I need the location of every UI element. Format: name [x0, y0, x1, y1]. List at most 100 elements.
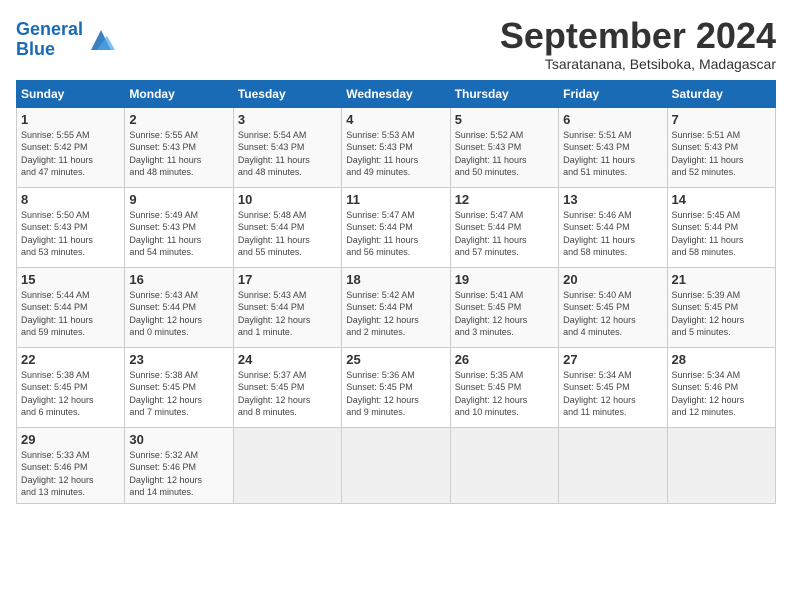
day-info: Sunrise: 5:34 AM Sunset: 5:45 PM Dayligh…: [563, 369, 662, 419]
calendar-cell: [450, 427, 558, 503]
day-info: Sunrise: 5:53 AM Sunset: 5:43 PM Dayligh…: [346, 129, 445, 179]
logo-general: General: [16, 19, 83, 39]
weekday-header-thursday: Thursday: [450, 80, 558, 107]
weekday-header-wednesday: Wednesday: [342, 80, 450, 107]
day-number: 18: [346, 272, 445, 287]
calendar-cell: 18 Sunrise: 5:42 AM Sunset: 5:44 PM Dayli…: [342, 267, 450, 347]
calendar-week-3: 15Sunrise: 5:44 AM Sunset: 5:44 PM Dayli…: [17, 267, 776, 347]
calendar-cell: 6 Sunrise: 5:51 AM Sunset: 5:43 PM Daylig…: [559, 107, 667, 187]
calendar-cell: 22 Sunrise: 5:38 AM Sunset: 5:45 PM Dayli…: [17, 347, 125, 427]
calendar-cell: 29Sunrise: 5:33 AM Sunset: 5:46 PM Dayli…: [17, 427, 125, 503]
day-number: 21: [672, 272, 771, 287]
day-number: 19: [455, 272, 554, 287]
weekday-header-tuesday: Tuesday: [233, 80, 341, 107]
calendar-cell: 28 Sunrise: 5:34 AM Sunset: 5:46 PM Dayli…: [667, 347, 775, 427]
calendar-cell: 7 Sunrise: 5:51 AM Sunset: 5:43 PM Daylig…: [667, 107, 775, 187]
calendar-cell: 4 Sunrise: 5:53 AM Sunset: 5:43 PM Daylig…: [342, 107, 450, 187]
calendar-cell: 2Sunrise: 5:55 AM Sunset: 5:43 PM Daylig…: [125, 107, 233, 187]
day-number: 26: [455, 352, 554, 367]
location-title: Tsaratanana, Betsiboka, Madagascar: [500, 56, 776, 72]
logo-blue: Blue: [16, 39, 55, 59]
day-info: Sunrise: 5:54 AM Sunset: 5:43 PM Dayligh…: [238, 129, 337, 179]
calendar-week-4: 22 Sunrise: 5:38 AM Sunset: 5:45 PM Dayli…: [17, 347, 776, 427]
day-number: 15: [21, 272, 120, 287]
day-info: Sunrise: 5:38 AM Sunset: 5:45 PM Dayligh…: [129, 369, 228, 419]
day-number: 24: [238, 352, 337, 367]
calendar-cell: 17Sunrise: 5:43 AM Sunset: 5:44 PM Dayli…: [233, 267, 341, 347]
day-number: 29: [21, 432, 120, 447]
day-info: Sunrise: 5:46 AM Sunset: 5:44 PM Dayligh…: [563, 209, 662, 259]
day-number: 30: [129, 432, 228, 447]
day-info: Sunrise: 5:43 AM Sunset: 5:44 PM Dayligh…: [238, 289, 337, 339]
day-number: 8: [21, 192, 120, 207]
day-number: 16: [129, 272, 228, 287]
calendar-cell: 9Sunrise: 5:49 AM Sunset: 5:43 PM Daylig…: [125, 187, 233, 267]
day-info: Sunrise: 5:51 AM Sunset: 5:43 PM Dayligh…: [672, 129, 771, 179]
day-number: 4: [346, 112, 445, 127]
day-number: 28: [672, 352, 771, 367]
day-info: Sunrise: 5:41 AM Sunset: 5:45 PM Dayligh…: [455, 289, 554, 339]
day-number: 10: [238, 192, 337, 207]
calendar-week-2: 8Sunrise: 5:50 AM Sunset: 5:43 PM Daylig…: [17, 187, 776, 267]
day-info: Sunrise: 5:55 AM Sunset: 5:43 PM Dayligh…: [129, 129, 228, 179]
day-info: Sunrise: 5:34 AM Sunset: 5:46 PM Dayligh…: [672, 369, 771, 419]
logo-icon: [87, 26, 115, 54]
day-number: 14: [672, 192, 771, 207]
calendar-cell: 21 Sunrise: 5:39 AM Sunset: 5:45 PM Dayli…: [667, 267, 775, 347]
calendar-cell: 20Sunrise: 5:40 AM Sunset: 5:45 PM Dayli…: [559, 267, 667, 347]
day-number: 22: [21, 352, 120, 367]
calendar-cell: 26Sunrise: 5:35 AM Sunset: 5:45 PM Dayli…: [450, 347, 558, 427]
calendar-week-1: 1 Sunrise: 5:55 AM Sunset: 5:42 PM Daylig…: [17, 107, 776, 187]
day-info: Sunrise: 5:32 AM Sunset: 5:46 PM Dayligh…: [129, 449, 228, 499]
day-info: Sunrise: 5:45 AM Sunset: 5:44 PM Dayligh…: [672, 209, 771, 259]
calendar-cell: [559, 427, 667, 503]
calendar-week-5: 29Sunrise: 5:33 AM Sunset: 5:46 PM Dayli…: [17, 427, 776, 503]
calendar-cell: 16Sunrise: 5:43 AM Sunset: 5:44 PM Dayli…: [125, 267, 233, 347]
calendar-cell: 12Sunrise: 5:47 AM Sunset: 5:44 PM Dayli…: [450, 187, 558, 267]
calendar-cell: 5 Sunrise: 5:52 AM Sunset: 5:43 PM Daylig…: [450, 107, 558, 187]
day-info: Sunrise: 5:48 AM Sunset: 5:44 PM Dayligh…: [238, 209, 337, 259]
day-number: 7: [672, 112, 771, 127]
day-info: Sunrise: 5:39 AM Sunset: 5:45 PM Dayligh…: [672, 289, 771, 339]
calendar-cell: [342, 427, 450, 503]
month-title: September 2024: [500, 16, 776, 56]
day-info: Sunrise: 5:40 AM Sunset: 5:45 PM Dayligh…: [563, 289, 662, 339]
calendar-cell: 25 Sunrise: 5:36 AM Sunset: 5:45 PM Dayli…: [342, 347, 450, 427]
calendar-cell: [667, 427, 775, 503]
calendar-cell: 10 Sunrise: 5:48 AM Sunset: 5:44 PM Dayli…: [233, 187, 341, 267]
calendar-cell: 8Sunrise: 5:50 AM Sunset: 5:43 PM Daylig…: [17, 187, 125, 267]
logo-text: General Blue: [16, 20, 83, 60]
calendar-cell: 1 Sunrise: 5:55 AM Sunset: 5:42 PM Daylig…: [17, 107, 125, 187]
calendar-cell: 27 Sunrise: 5:34 AM Sunset: 5:45 PM Dayli…: [559, 347, 667, 427]
calendar-cell: 11Sunrise: 5:47 AM Sunset: 5:44 PM Dayli…: [342, 187, 450, 267]
calendar-cell: 13 Sunrise: 5:46 AM Sunset: 5:44 PM Dayli…: [559, 187, 667, 267]
weekday-header-sunday: Sunday: [17, 80, 125, 107]
day-number: 5: [455, 112, 554, 127]
day-number: 13: [563, 192, 662, 207]
header: General Blue September 2024 Tsaratanana,…: [16, 16, 776, 72]
day-number: 1: [21, 112, 120, 127]
day-number: 3: [238, 112, 337, 127]
weekday-header-monday: Monday: [125, 80, 233, 107]
calendar-table: SundayMondayTuesdayWednesdayThursdayFrid…: [16, 80, 776, 504]
day-info: Sunrise: 5:38 AM Sunset: 5:45 PM Dayligh…: [21, 369, 120, 419]
calendar-cell: 23Sunrise: 5:38 AM Sunset: 5:45 PM Dayli…: [125, 347, 233, 427]
day-info: Sunrise: 5:49 AM Sunset: 5:43 PM Dayligh…: [129, 209, 228, 259]
day-info: Sunrise: 5:42 AM Sunset: 5:44 PM Dayligh…: [346, 289, 445, 339]
day-info: Sunrise: 5:47 AM Sunset: 5:44 PM Dayligh…: [346, 209, 445, 259]
day-info: Sunrise: 5:36 AM Sunset: 5:45 PM Dayligh…: [346, 369, 445, 419]
weekday-header-saturday: Saturday: [667, 80, 775, 107]
day-number: 25: [346, 352, 445, 367]
logo: General Blue: [16, 20, 115, 60]
calendar-cell: 24 Sunrise: 5:37 AM Sunset: 5:45 PM Dayli…: [233, 347, 341, 427]
day-info: Sunrise: 5:55 AM Sunset: 5:42 PM Dayligh…: [21, 129, 120, 179]
day-info: Sunrise: 5:47 AM Sunset: 5:44 PM Dayligh…: [455, 209, 554, 259]
day-info: Sunrise: 5:37 AM Sunset: 5:45 PM Dayligh…: [238, 369, 337, 419]
day-number: 6: [563, 112, 662, 127]
day-number: 27: [563, 352, 662, 367]
day-info: Sunrise: 5:52 AM Sunset: 5:43 PM Dayligh…: [455, 129, 554, 179]
calendar-cell: 14 Sunrise: 5:45 AM Sunset: 5:44 PM Dayli…: [667, 187, 775, 267]
calendar-cell: 15Sunrise: 5:44 AM Sunset: 5:44 PM Dayli…: [17, 267, 125, 347]
day-info: Sunrise: 5:51 AM Sunset: 5:43 PM Dayligh…: [563, 129, 662, 179]
calendar-cell: 3 Sunrise: 5:54 AM Sunset: 5:43 PM Daylig…: [233, 107, 341, 187]
